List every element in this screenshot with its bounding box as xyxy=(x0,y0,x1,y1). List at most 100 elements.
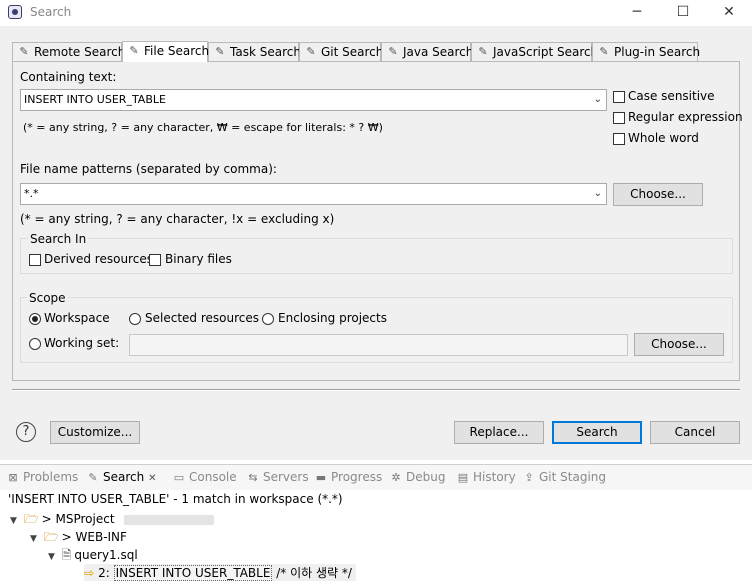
view-tab-label: Problems xyxy=(23,470,79,484)
selected-resources-label: Selected resources xyxy=(145,311,259,325)
project-label: > MSProject xyxy=(41,512,115,526)
binary-files-label: Binary files xyxy=(165,252,232,266)
tab-label: File Search xyxy=(144,44,210,58)
console-icon: ▭ xyxy=(173,471,185,484)
chevron-down-icon[interactable]: ⌄ xyxy=(594,90,602,110)
tab-java-search[interactable]: ✎ Java Search xyxy=(381,42,474,61)
sql-file-icon: 🗎 xyxy=(61,548,72,562)
scope-title: Scope xyxy=(27,291,68,305)
derived-resources-label: Derived resources xyxy=(44,252,153,266)
tree-row-match[interactable]: ⇨ 2: INSERT INTO USER_TABLE /* 이하 생략 */ xyxy=(84,564,356,581)
search-button[interactable]: Search xyxy=(552,421,642,444)
close-button[interactable]: ✕ xyxy=(706,0,752,26)
tab-label: Remote Search xyxy=(34,45,126,59)
tab-plugin-search[interactable]: ✎ Plug-in Search xyxy=(592,42,701,61)
tab-file-search[interactable]: ✎ File Search xyxy=(122,41,210,62)
whole-word-checkbox[interactable] xyxy=(613,133,625,145)
progress-icon: ▬ xyxy=(315,471,327,484)
choose-working-set-button[interactable]: Choose... xyxy=(634,333,724,356)
chevron-down-icon[interactable]: ⌄ xyxy=(594,184,602,204)
file-label: query1.sql xyxy=(74,548,138,562)
regex-label: Regular expression xyxy=(628,110,743,124)
view-tabs-bar: ⊠ Problems ✎ Search ✕ ▭ Console ⇆ Servers ▬ P… xyxy=(0,464,752,490)
expand-chevron-icon[interactable]: ▼ xyxy=(48,552,55,562)
choose-patterns-button[interactable]: Choose... xyxy=(613,183,703,206)
view-tab-label: Git Staging xyxy=(539,470,607,484)
title-bar: Search ─ ☐ ✕ xyxy=(0,0,752,26)
remote-search-icon: ✎ xyxy=(19,45,29,58)
file-patterns-value: *.* xyxy=(24,187,39,200)
close-icon[interactable]: ✕ xyxy=(148,473,156,484)
tab-label: Task Search xyxy=(230,45,301,59)
containing-text-hint: (* = any string, ? = any character, ₩ = … xyxy=(23,121,383,134)
tab-remote-search[interactable]: ✎ Remote Search xyxy=(12,42,126,61)
working-set-radio[interactable] xyxy=(29,338,41,350)
search-results: 'INSERT INTO USER_TABLE' - 1 match in wo… xyxy=(0,490,752,584)
match-highlight: INSERT INTO USER_TABLE xyxy=(113,565,273,581)
window-title: Search xyxy=(30,5,72,19)
file-search-icon: ✎ xyxy=(129,44,139,57)
view-tab-label: Search xyxy=(103,470,145,484)
binary-files-checkbox[interactable] xyxy=(149,254,161,266)
case-sensitive-checkbox[interactable] xyxy=(613,91,625,103)
task-search-icon: ✎ xyxy=(215,45,225,58)
workspace-radio[interactable] xyxy=(29,313,41,325)
view-tab-label: Console xyxy=(189,470,237,484)
minimize-button[interactable]: ─ xyxy=(614,0,660,26)
project-folder-icon: 🗁 xyxy=(23,512,39,526)
workspace-label: Workspace xyxy=(44,311,110,325)
match-line-number: 2: xyxy=(98,566,114,580)
expand-chevron-icon[interactable]: ▼ xyxy=(30,534,37,544)
view-tab-servers[interactable]: ⇆ Servers xyxy=(246,470,309,484)
working-set-field[interactable] xyxy=(129,334,628,356)
java-search-icon: ✎ xyxy=(388,45,398,58)
derived-resources-checkbox[interactable] xyxy=(29,254,41,266)
case-sensitive-label: Case sensitive xyxy=(628,89,715,103)
plugin-search-icon: ✎ xyxy=(599,45,609,58)
file-patterns-combo[interactable]: *.* ⌄ xyxy=(20,183,607,205)
view-tab-git-staging[interactable]: ⇪ Git Staging xyxy=(522,470,606,484)
cancel-button[interactable]: Cancel xyxy=(650,421,740,444)
problems-icon: ⊠ xyxy=(8,471,18,484)
view-tab-search[interactable]: ✎ Search ✕ xyxy=(86,470,156,484)
results-summary: 'INSERT INTO USER_TABLE' - 1 match in wo… xyxy=(8,492,343,506)
containing-text-label: Containing text: xyxy=(20,70,117,84)
view-tab-progress[interactable]: ▬ Progress xyxy=(314,470,382,484)
eclipse-app-icon xyxy=(8,5,22,19)
tab-javascript-search[interactable]: ✎ JavaScript Search xyxy=(471,42,598,61)
folder-label: > WEB-INF xyxy=(61,530,127,544)
maximize-button[interactable]: ☐ xyxy=(660,0,706,26)
view-tab-label: Servers xyxy=(263,470,309,484)
file-patterns-hint: (* = any string, ? = any character, !x =… xyxy=(20,212,335,226)
replace-button[interactable]: Replace... xyxy=(454,421,544,444)
view-tab-label: Debug xyxy=(406,470,446,484)
selected-resources-radio[interactable] xyxy=(129,313,141,325)
search-view-icon: ✎ xyxy=(88,471,98,484)
git-search-icon: ✎ xyxy=(306,45,316,58)
customize-button[interactable]: Customize... xyxy=(50,421,140,444)
debug-icon: ✲ xyxy=(391,471,401,484)
enclosing-projects-radio[interactable] xyxy=(262,313,274,325)
redacted-text xyxy=(124,514,215,525)
match-rest-text: /* 이하 생략 */ xyxy=(272,566,352,580)
javascript-search-icon: ✎ xyxy=(478,45,488,58)
expand-chevron-icon[interactable]: ▼ xyxy=(10,516,17,526)
help-icon[interactable]: ? xyxy=(16,422,36,442)
view-tab-debug[interactable]: ✲ Debug xyxy=(389,470,445,484)
search-in-title: Search In xyxy=(28,232,89,246)
view-tab-label: Progress xyxy=(331,470,383,484)
tab-task-search[interactable]: ✎ Task Search xyxy=(208,42,301,61)
containing-text-value: INSERT INTO USER_TABLE xyxy=(24,93,166,106)
view-tab-console[interactable]: ▭ Console xyxy=(172,470,237,484)
view-tab-problems[interactable]: ⊠ Problems xyxy=(6,470,78,484)
folder-icon: 🗁 xyxy=(43,530,59,544)
view-tab-history[interactable]: ▤ History xyxy=(456,470,516,484)
containing-text-combo[interactable]: INSERT INTO USER_TABLE ⌄ xyxy=(20,89,607,111)
regex-checkbox[interactable] xyxy=(613,112,625,124)
tab-label: Plug-in Search xyxy=(614,45,701,59)
history-icon: ▤ xyxy=(457,471,469,484)
tab-label: Java Search xyxy=(403,45,474,59)
tab-git-search[interactable]: ✎ Git Search xyxy=(299,42,383,61)
servers-icon: ⇆ xyxy=(248,471,258,484)
enclosing-projects-label: Enclosing projects xyxy=(278,311,387,325)
